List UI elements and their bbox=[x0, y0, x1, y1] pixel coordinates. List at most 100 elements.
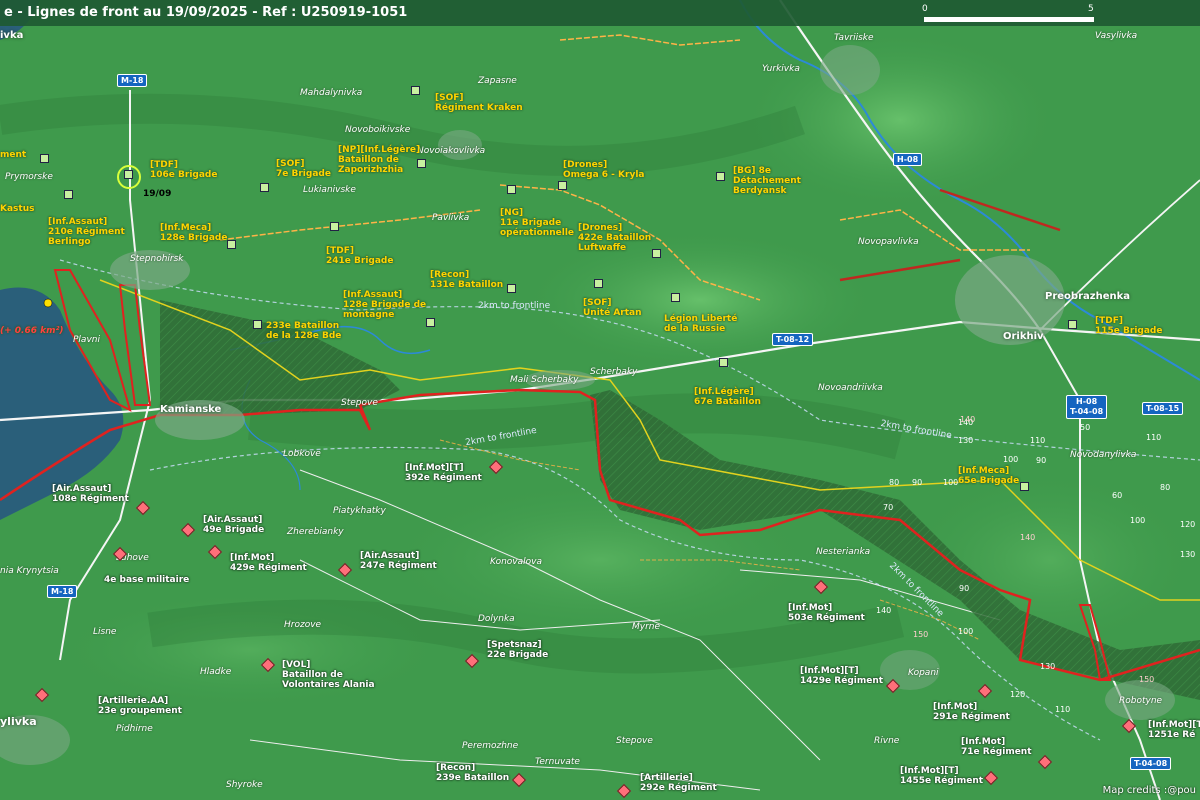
place-label: ivka bbox=[0, 30, 24, 41]
place-label: Pidhirne bbox=[116, 724, 153, 734]
place-label: Nesterianka bbox=[816, 547, 871, 557]
place-label: Lobkove bbox=[283, 449, 321, 459]
place-label: Stepove bbox=[341, 398, 378, 408]
map-credits: Map credits :@pou bbox=[1102, 785, 1196, 796]
elevation-label: 120 bbox=[1010, 690, 1026, 699]
place-label: Novopavlivka bbox=[858, 237, 919, 247]
ua-unit-marker[interactable] bbox=[260, 183, 269, 192]
ua-unit-marker[interactable] bbox=[507, 185, 516, 194]
ua-unit-marker[interactable] bbox=[426, 318, 435, 327]
place-label: Lukianivske bbox=[303, 185, 356, 195]
elevation-label: 140 bbox=[876, 606, 892, 615]
ua-unit-marker[interactable] bbox=[671, 293, 680, 302]
ru-unit-label: [Recon] 239e Bataillon bbox=[436, 763, 510, 783]
ua-unit-label: [Inf.Meca] 128e Brigade bbox=[160, 223, 228, 243]
road-shield-h08-t0408: H-08 T-04-08 bbox=[1066, 395, 1108, 419]
ru-unit-label: [Inf.Mot][T]1251e Ré bbox=[1148, 720, 1200, 740]
ru-unit-label: [Inf.Mot] 503e Régiment bbox=[788, 603, 865, 623]
elevation-label: 100 bbox=[1130, 516, 1146, 525]
city-kamianske: Kamianske bbox=[160, 404, 222, 415]
ru-unit-label: [Inf.Mot][T] 1429e Régiment bbox=[800, 666, 884, 686]
place-label: Tavriiske bbox=[834, 33, 874, 43]
place-label: Rivne bbox=[874, 736, 900, 746]
place-label: Hladke bbox=[200, 667, 232, 677]
ua-unit-marker[interactable] bbox=[1068, 320, 1077, 329]
ru-unit-label: [Inf.Mot] 429e Régiment bbox=[230, 553, 307, 573]
ua-unit-marker[interactable] bbox=[253, 320, 262, 329]
elevation-label: 120 bbox=[1180, 520, 1196, 529]
ru-unit-label: [Artillerie.AA] 23e groupement bbox=[98, 696, 182, 716]
ua-unit-label: [TDF] 241e Brigade bbox=[326, 246, 394, 266]
elevation-label: 100 bbox=[958, 627, 974, 636]
ru-unit-label: 4e base militaire bbox=[104, 575, 190, 585]
ua-unit-label: [TDF] 115e Brigade bbox=[1095, 316, 1163, 336]
road-shield-t0815: T-08-15 bbox=[1142, 402, 1184, 415]
ua-unit-marker[interactable] bbox=[40, 154, 49, 163]
road-shield-m18-top: M-18 bbox=[117, 74, 148, 87]
ua-unit-marker[interactable] bbox=[594, 279, 603, 288]
road-shield-t0408-bottom: T-04-08 bbox=[1130, 757, 1172, 770]
place-label: Myrne bbox=[632, 622, 661, 632]
tdf-date-label: 19/09 bbox=[143, 189, 172, 199]
map-canvas[interactable]: e - Lignes de front au 19/09/2025 - Ref … bbox=[0, 0, 1200, 800]
ua-unit-marker[interactable] bbox=[1020, 482, 1029, 491]
ua-unit-marker[interactable] bbox=[411, 86, 420, 95]
place-label: ylivka bbox=[0, 715, 37, 728]
ua-unit-label: ment bbox=[0, 150, 27, 160]
ua-unit-label: [Drones] 422e Bataillon Luftwaffe bbox=[578, 223, 652, 253]
place-label: Stepove bbox=[616, 736, 653, 746]
ru-unit-label: [Inf.Mot] 71e Régiment bbox=[961, 737, 1032, 757]
city-orikhiv: Orikhiv bbox=[1003, 331, 1044, 342]
place-label: Vasylivka bbox=[1095, 31, 1138, 41]
place-label: Novoandriivka bbox=[818, 383, 883, 393]
ua-unit-marker[interactable] bbox=[507, 284, 516, 293]
ua-unit-marker[interactable] bbox=[330, 222, 339, 231]
elevation-label: 130 bbox=[1040, 662, 1056, 671]
ua-unit-marker[interactable] bbox=[227, 240, 236, 249]
elevation-label: 90 bbox=[912, 478, 923, 487]
place-label: Yurkivka bbox=[762, 64, 800, 74]
elevation-label: 80 bbox=[889, 478, 900, 487]
place-label: Lisne bbox=[93, 627, 117, 637]
elevation-label: 70 bbox=[883, 503, 894, 512]
target-ring-icon bbox=[117, 165, 141, 189]
ua-unit-label: [BG] 8e Détachement Berdyansk bbox=[733, 166, 801, 196]
ua-unit-label: [SOF] 7e Brigade bbox=[276, 159, 331, 179]
elevation-label: 50 bbox=[1080, 423, 1091, 432]
place-label: Stepnohirsk bbox=[130, 254, 184, 264]
ua-unit-label: Légion Liberté de la Russie bbox=[664, 314, 738, 334]
ua-unit-marker[interactable] bbox=[558, 181, 567, 190]
place-label: Shyroke bbox=[226, 780, 263, 790]
elevation-label: 140 bbox=[960, 415, 976, 424]
ua-unit-label: [NG] 11e Brigade opérationnelle bbox=[500, 208, 575, 238]
elevation-label: 110 bbox=[1030, 436, 1046, 445]
ru-unit-label: [Air.Assaut] 108e Régiment bbox=[52, 484, 129, 504]
ua-unit-label: [Inf.Assaut] 128e Brigade de montagne bbox=[343, 290, 427, 320]
ua-unit-label: [Recon] 131e Bataillon bbox=[430, 270, 504, 290]
scale-bar: 0 5 bbox=[922, 4, 1098, 22]
ua-unit-label: Kastus bbox=[0, 204, 35, 214]
ru-unit-label: [Inf.Mot] 291e Régiment bbox=[933, 702, 1010, 722]
place-label: Prymorske bbox=[5, 172, 53, 182]
ua-unit-marker[interactable] bbox=[652, 249, 661, 258]
ua-unit-marker[interactable] bbox=[719, 358, 728, 367]
elevation-label: 130 bbox=[958, 436, 974, 445]
place-label: Hrozove bbox=[284, 620, 322, 630]
elevation-label: 90 bbox=[959, 584, 970, 593]
map-title: e - Lignes de front au 19/09/2025 - Ref … bbox=[4, 5, 408, 20]
place-label: Konovalova bbox=[490, 557, 542, 567]
elevation-label: 140 bbox=[1020, 533, 1036, 542]
ua-unit-marker[interactable] bbox=[716, 172, 725, 181]
ua-unit-label: [Inf.Légère] 67e Bataillon bbox=[694, 387, 761, 407]
ua-unit-label: 233e Bataillon de la 128e Bde bbox=[266, 321, 342, 341]
ua-unit-marker[interactable] bbox=[64, 190, 73, 199]
place-label: Dolynka bbox=[478, 614, 515, 624]
elevation-label: 60 bbox=[1112, 491, 1123, 500]
ru-unit-label: [Spetsnaz] 22e Brigade bbox=[487, 640, 549, 660]
place-label: Mahdalynivka bbox=[300, 88, 363, 98]
ua-unit-label: [NP][Inf.Légère] Bataillon de Zaporizhzhia bbox=[338, 145, 421, 175]
area-gain-label: (+ 0.66 km²) bbox=[0, 326, 64, 336]
place-label: Robotyne bbox=[1119, 696, 1163, 706]
frontline-buffer-label: 2km to frontline bbox=[478, 301, 551, 311]
scale-five: 5 bbox=[1088, 4, 1094, 14]
